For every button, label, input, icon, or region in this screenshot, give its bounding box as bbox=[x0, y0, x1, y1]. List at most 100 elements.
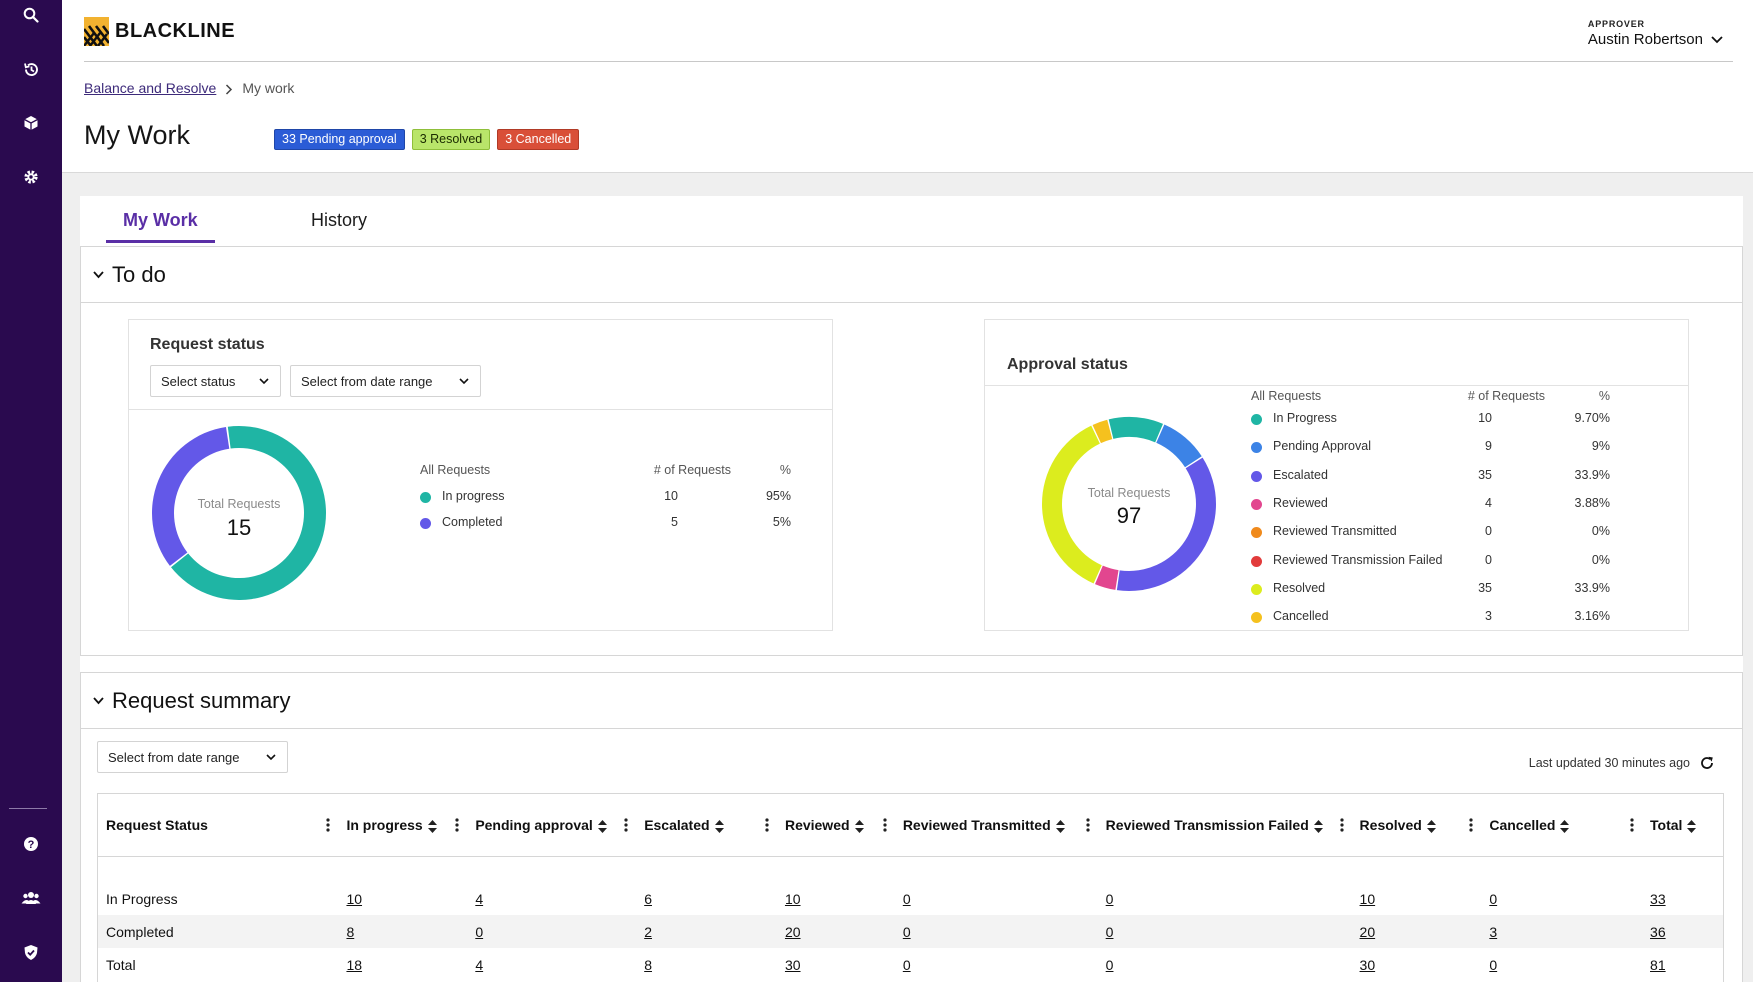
summary-date-range-dropdown[interactable]: Select from date range bbox=[97, 741, 288, 773]
todo-section-header[interactable]: To do bbox=[81, 247, 1742, 303]
cell-link[interactable]: 4 bbox=[475, 957, 483, 973]
cell-link[interactable]: 20 bbox=[1360, 924, 1376, 940]
column-header[interactable]: Total bbox=[1642, 794, 1723, 857]
column-header[interactable]: Request Status bbox=[98, 794, 339, 857]
sort-icon[interactable] bbox=[1055, 819, 1065, 833]
chevron-down-icon bbox=[459, 377, 469, 384]
legend-count: 35 bbox=[1478, 580, 1492, 595]
cell-link[interactable]: 0 bbox=[903, 957, 911, 973]
sort-icon[interactable] bbox=[854, 819, 864, 833]
breadcrumb-parent-link[interactable]: Balance and Resolve bbox=[84, 80, 216, 96]
select-status-dropdown[interactable]: Select status bbox=[150, 365, 281, 397]
column-menu-icon[interactable] bbox=[1469, 818, 1473, 832]
legend-row: Reviewed Transmission Failed 0 0% bbox=[1251, 553, 1610, 571]
cell-link[interactable]: 20 bbox=[785, 924, 801, 940]
resolved-badge[interactable]: 3 Resolved bbox=[411, 129, 491, 150]
column-menu-icon[interactable] bbox=[765, 818, 769, 832]
sort-icon[interactable] bbox=[1560, 819, 1570, 833]
tab-my-work[interactable]: My Work bbox=[106, 210, 215, 243]
column-header[interactable]: Resolved bbox=[1351, 794, 1482, 857]
column-header-label: Reviewed Transmission Failed bbox=[1105, 816, 1309, 833]
brand-logo[interactable]: BLACKLINE bbox=[84, 17, 235, 46]
column-header[interactable]: Pending approval bbox=[467, 794, 637, 857]
tab-history[interactable]: History bbox=[311, 210, 367, 231]
help-icon[interactable]: ? bbox=[0, 829, 62, 859]
users-icon[interactable] bbox=[0, 883, 62, 913]
legend-dot bbox=[1251, 470, 1262, 482]
cell-link[interactable]: 30 bbox=[785, 957, 801, 973]
column-header[interactable]: Escalated bbox=[636, 794, 777, 857]
search-icon[interactable] bbox=[0, 0, 62, 30]
legend-dot bbox=[1251, 498, 1262, 510]
donut-slice-pending-approval[interactable] bbox=[1156, 424, 1202, 468]
column-menu-icon[interactable] bbox=[624, 818, 628, 832]
settings-icon[interactable] bbox=[0, 162, 62, 192]
cell-link[interactable]: 0 bbox=[903, 891, 911, 907]
history-icon[interactable] bbox=[0, 54, 62, 84]
column-header[interactable]: Reviewed Transmitted bbox=[894, 794, 1098, 857]
summary-section-title: Request summary bbox=[112, 687, 291, 713]
cell-link[interactable]: 10 bbox=[346, 891, 362, 907]
column-header[interactable]: In progress bbox=[338, 794, 468, 857]
refresh-icon[interactable] bbox=[1700, 756, 1714, 770]
column-menu-icon[interactable] bbox=[1630, 818, 1634, 832]
cube-icon[interactable] bbox=[0, 108, 62, 138]
cell-link[interactable]: 30 bbox=[1360, 957, 1376, 973]
summary-section-header[interactable]: Request summary bbox=[81, 673, 1742, 729]
cell-link[interactable]: 10 bbox=[1360, 891, 1376, 907]
cell-link[interactable]: 36 bbox=[1650, 924, 1666, 940]
column-menu-icon[interactable] bbox=[1339, 818, 1344, 832]
legend-row: Reviewed 4 3.88% bbox=[1251, 496, 1610, 514]
cell-link[interactable]: 0 bbox=[1489, 891, 1497, 907]
legend-count: 5 bbox=[671, 515, 678, 529]
cell-link[interactable]: 0 bbox=[1489, 957, 1497, 973]
cell-link[interactable]: 0 bbox=[1106, 957, 1114, 973]
cell-link[interactable]: 81 bbox=[1650, 957, 1666, 973]
legend-label: Resolved bbox=[1273, 580, 1326, 595]
table-cell: 33 bbox=[1642, 882, 1723, 915]
column-header[interactable]: Reviewed Transmission Failed bbox=[1097, 794, 1352, 857]
cell-link[interactable]: 0 bbox=[475, 924, 483, 940]
donut-slice-in-progress[interactable] bbox=[1108, 417, 1163, 443]
cell-link[interactable]: 2 bbox=[644, 924, 652, 940]
table-cell: 3 bbox=[1481, 915, 1643, 948]
legend-row: Resolved 35 33.9% bbox=[1251, 581, 1610, 599]
cell-link[interactable]: 8 bbox=[644, 957, 652, 973]
cell-link[interactable]: 3 bbox=[1489, 924, 1497, 940]
column-header[interactable]: Reviewed bbox=[776, 794, 895, 857]
cell-link[interactable]: 10 bbox=[785, 891, 801, 907]
legend-dot bbox=[1251, 555, 1262, 567]
request-date-range-dropdown[interactable]: Select from date range bbox=[290, 365, 481, 397]
cell-link[interactable]: 0 bbox=[1106, 924, 1114, 940]
column-menu-icon[interactable] bbox=[1086, 818, 1090, 832]
user-menu[interactable]: APPROVER Austin Robertson bbox=[1588, 19, 1723, 48]
sort-icon[interactable] bbox=[714, 819, 724, 833]
sort-icon[interactable] bbox=[427, 819, 437, 833]
pending-approval-badge[interactable]: 33 Pending approval bbox=[274, 129, 405, 150]
legend-label: Cancelled bbox=[1273, 609, 1329, 624]
sort-icon[interactable] bbox=[1313, 819, 1323, 833]
cell-link[interactable]: 0 bbox=[903, 924, 911, 940]
column-menu-icon[interactable] bbox=[883, 818, 887, 832]
column-menu-icon[interactable] bbox=[455, 818, 459, 832]
summary-date-range-label: Select from date range bbox=[108, 749, 240, 765]
donut-slice-resolved[interactable] bbox=[1042, 425, 1102, 584]
cell-link[interactable]: 33 bbox=[1650, 891, 1666, 907]
shield-icon[interactable] bbox=[0, 937, 62, 967]
request-donut-label: Total Requests bbox=[198, 497, 281, 511]
cell-link[interactable]: 6 bbox=[644, 891, 652, 907]
sort-icon[interactable] bbox=[597, 819, 607, 833]
cell-link[interactable]: 4 bbox=[475, 891, 483, 907]
request-donut-value: 15 bbox=[227, 515, 251, 540]
tab-bar: My Work History bbox=[80, 196, 1743, 246]
table-cell: 20 bbox=[1351, 915, 1482, 948]
column-menu-icon[interactable] bbox=[326, 818, 331, 832]
table-cell: Completed bbox=[98, 915, 339, 948]
cell-link[interactable]: 8 bbox=[346, 924, 354, 940]
sort-icon[interactable] bbox=[1426, 819, 1436, 833]
sort-icon[interactable] bbox=[1687, 819, 1697, 833]
column-header[interactable]: Cancelled bbox=[1481, 794, 1643, 857]
cell-link[interactable]: 18 bbox=[346, 957, 362, 973]
cancelled-badge[interactable]: 3 Cancelled bbox=[497, 129, 580, 150]
cell-link[interactable]: 0 bbox=[1106, 891, 1114, 907]
